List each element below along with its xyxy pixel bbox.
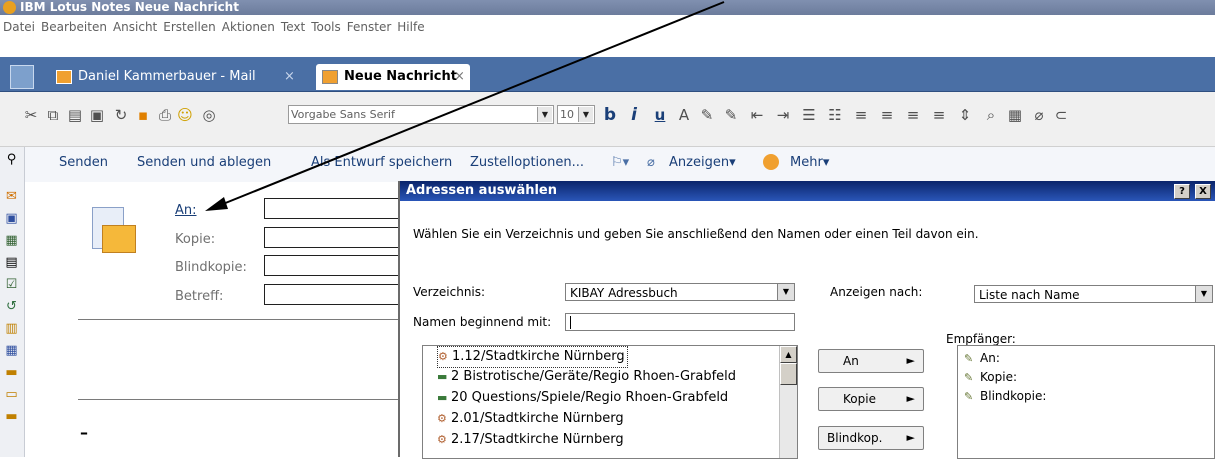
annotation-arrow-head — [205, 197, 228, 211]
annotation-arrow — [205, 1, 725, 211]
annotation-arrow-line — [217, 1, 725, 207]
